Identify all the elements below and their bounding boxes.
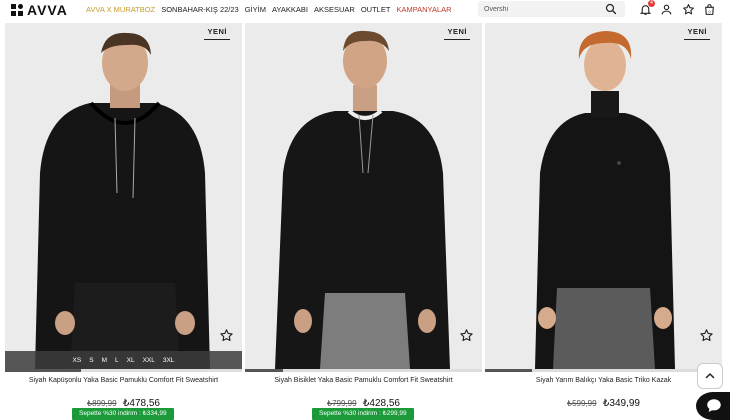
nav-item-ayakkabi[interactable]: AYAKKABI (272, 5, 308, 15)
nav-item-sonbahar-kis[interactable]: SONBAHAR-KIŞ 22/23 (161, 5, 239, 15)
logo-text: AVVA (27, 2, 68, 18)
product-image[interactable]: YENİ XS S M L XL XXL 3XL (5, 23, 242, 369)
size-option[interactable]: XS (73, 357, 82, 364)
product-image[interactable]: YENİ (245, 23, 482, 369)
image-slider-progress (245, 369, 482, 372)
size-option[interactable]: 3XL (163, 357, 175, 364)
favorite-star-icon[interactable] (699, 328, 714, 343)
size-selector: XS S M L XL XXL 3XL (5, 351, 242, 369)
nav-item-outlet[interactable]: OUTLET (361, 5, 391, 15)
svg-text:0: 0 (708, 10, 710, 14)
nav-item-aksesuar[interactable]: AKSESUAR (314, 5, 355, 15)
logo-mark-icon (11, 4, 23, 16)
product-prices: ₺599,99 ₺349,99 (485, 393, 722, 411)
product-title[interactable]: Siyah Bisiklet Yaka Basic Pamuklu Comfor… (245, 377, 482, 384)
product-title[interactable]: Siyah Yarım Balıkçı Yaka Basic Triko Kaz… (485, 377, 722, 384)
progress-fill (245, 369, 283, 372)
cart-discount-badge: Sepette %30 indirim : ₺299,99 (312, 408, 414, 420)
image-slider-progress (5, 369, 242, 372)
chevron-up-icon (705, 373, 715, 379)
model-turtleneck-illustration (485, 23, 722, 369)
new-price: ₺349,99 (603, 398, 640, 409)
product-card[interactable]: YENİ XS S M L XL XXL 3XL Siyah Kapüşonlu… (5, 23, 242, 420)
progress-fill (5, 369, 81, 372)
image-slider-progress (485, 369, 722, 372)
old-price: ₺899,99 (87, 399, 117, 408)
search-icon[interactable] (605, 3, 617, 15)
nav-item-giyim[interactable]: GİYİM (245, 5, 266, 15)
model-crewneck-illustration (245, 23, 482, 369)
new-badge: YENİ (444, 26, 470, 40)
site-header: AVVA AVVA X MURATBOZ SONBAHAR-KIŞ 22/23 … (0, 0, 730, 20)
new-badge: YENİ (204, 26, 230, 40)
size-option[interactable]: XL (127, 357, 135, 364)
model-hoodie-illustration (5, 23, 242, 369)
old-price: ₺799,99 (327, 399, 357, 408)
size-option[interactable]: L (115, 357, 119, 364)
user-icon[interactable] (660, 3, 673, 16)
bag-icon[interactable]: 0 (703, 3, 716, 16)
search-box (478, 1, 625, 17)
scroll-to-top-button[interactable] (697, 363, 723, 389)
chat-button[interactable] (696, 392, 730, 420)
main-nav: AVVA X MURATBOZ SONBAHAR-KIŞ 22/23 GİYİM… (86, 5, 458, 15)
nav-item-avva-x-muratboz[interactable]: AVVA X MURATBOZ (86, 5, 155, 15)
cart-discount-badge: Sepette %30 indirim : ₺334,99 (72, 408, 174, 420)
notification-badge: 4 (648, 0, 655, 7)
search-input[interactable] (484, 3, 602, 15)
avva-logo[interactable]: AVVA (11, 3, 68, 17)
old-price: ₺599,99 (567, 399, 597, 408)
product-title[interactable]: Siyah Kapüşonlu Yaka Basic Pamuklu Comfo… (5, 377, 242, 384)
product-card[interactable]: YENİ Siyah Yarım Balıkçı Yaka Basic Trik… (485, 23, 722, 409)
favorite-star-icon[interactable] (459, 328, 474, 343)
size-option[interactable]: M (102, 357, 107, 364)
nav-item-kampanyalar[interactable]: KAMPANYALAR (396, 5, 451, 15)
product-card[interactable]: YENİ Siyah Bisiklet Yaka Basic Pamuklu C… (245, 23, 482, 420)
new-badge: YENİ (684, 26, 710, 40)
product-image[interactable]: YENİ (485, 23, 722, 369)
favorite-star-icon[interactable] (219, 328, 234, 343)
progress-fill (485, 369, 533, 372)
size-option[interactable]: XXL (143, 357, 155, 364)
size-option[interactable]: S (89, 357, 93, 364)
chat-bubble-icon (707, 399, 721, 412)
star-icon[interactable] (682, 3, 695, 16)
